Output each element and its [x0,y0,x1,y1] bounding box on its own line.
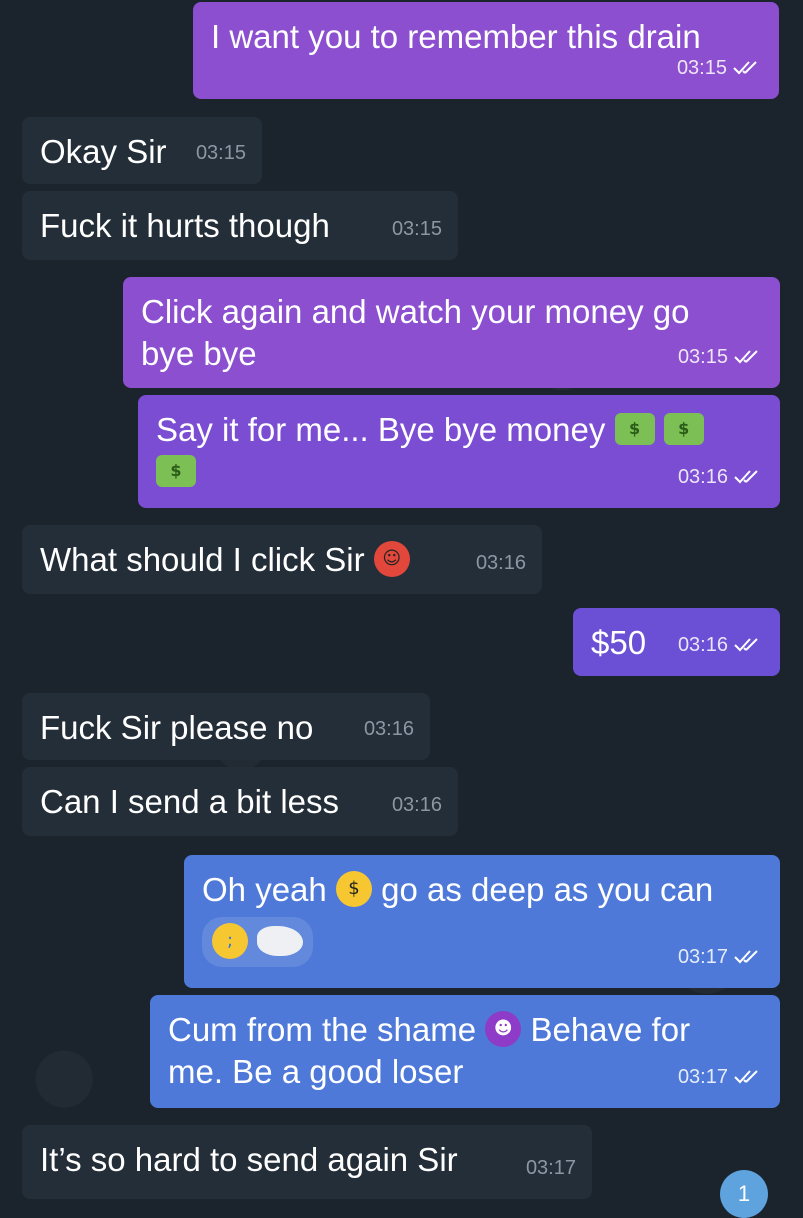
message-text-part-b: go as deep as you can [381,871,714,908]
double-check-icon [734,470,758,484]
message-time: 03:15 [391,218,442,240]
message-text: What should I click Sir [40,541,365,578]
message-time: 03:15 [678,336,764,378]
message-bubble-outgoing[interactable]: Oh yeah $ go as deep as you can ; 03:17 [184,855,780,988]
message-time: 03:16 [391,794,442,816]
message-text: Fuck Sir please no [40,709,314,746]
message-time: 03:15 [195,142,246,164]
message-bubble-incoming[interactable]: Can I send a bit less 03:16 [22,767,458,836]
message-text: Okay Sir [40,133,167,170]
money-with-wings-icon: $ [663,413,704,446]
double-check-icon [734,1070,758,1084]
message-bubble-incoming[interactable]: It’s so hard to send again Sir 03:17 [22,1125,592,1199]
message-bubble-outgoing[interactable]: Click again and watch your money go bye … [123,277,780,388]
message-time: 03:16 [678,456,764,498]
smiling-devil-icon: ☻ [485,1011,522,1048]
message-bubble-incoming[interactable]: Fuck it hurts though 03:15 [22,191,458,260]
message-bubble-incoming[interactable]: Fuck Sir please no 03:16 [22,693,430,760]
message-time: 03:17 [678,1056,764,1098]
double-check-icon [733,61,757,75]
hot-face-icon: ☺ [373,541,410,578]
message-text: Say it for me... Bye bye money [156,411,606,448]
message-bubble-outgoing[interactable]: Say it for me... Bye bye money $ $ $ 03:… [138,395,780,508]
loudly-crying-face-icon: ; [212,923,248,960]
message-text-line-2: me. Be a good loser [168,1053,464,1090]
message-text-line-1: Click again and watch your money go [141,293,690,330]
message-text-part-a: Cum from the shame [168,1011,477,1048]
redacted-blob-icon [257,926,304,957]
message-text-part-b: Behave for [530,1011,691,1048]
message-text: $50 [591,624,647,661]
message-time: 03:17 [678,936,764,978]
message-text: It’s so hard to send again Sir [40,1141,458,1178]
message-text: Fuck it hurts though [40,207,330,244]
double-check-icon [734,950,758,964]
message-time: 03:17 [525,1157,576,1179]
message-time: 03:16 [475,552,526,574]
double-check-icon [734,350,758,364]
message-text-part-a: Oh yeah [202,871,327,908]
double-check-icon [734,638,758,652]
emoji-pill: ; [202,917,314,967]
message-text-line-2: bye bye [141,335,257,372]
money-mouth-face-icon: $ [335,871,372,908]
message-bubble-incoming[interactable]: Okay Sir 03:15 [22,117,262,184]
unread-count-badge[interactable]: 1 [720,1170,768,1218]
message-bubble-outgoing[interactable]: $50 03:16 [573,608,780,676]
message-text: Can I send a bit less [40,783,339,820]
message-bubble-outgoing[interactable]: I want you to remember this drain 03:15 [193,2,779,99]
money-with-wings-icon: $ [156,455,196,488]
message-time: 03:16 [363,718,414,740]
message-text: I want you to remember this drain [211,18,701,55]
message-time: 03:16 [678,624,764,666]
message-bubble-incoming[interactable]: What should I click Sir ☺ 03:16 [22,525,542,594]
message-bubble-outgoing[interactable]: Cum from the shame ☻ Behave for me. Be a… [150,995,780,1108]
money-with-wings-icon: $ [614,413,655,446]
message-time: 03:15 [677,47,763,89]
